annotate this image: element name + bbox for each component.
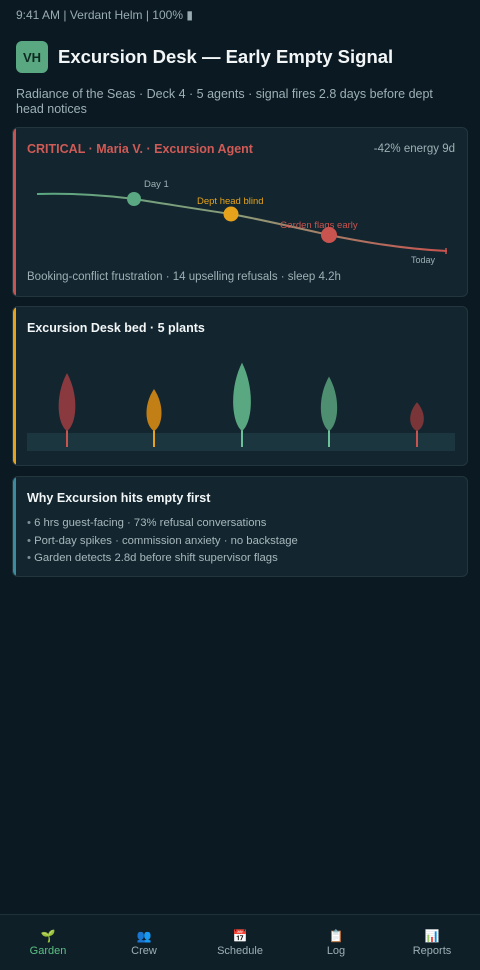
plant-leaf bbox=[320, 376, 338, 431]
nav-label: Reports bbox=[412, 945, 452, 957]
plant-leaf bbox=[233, 362, 251, 431]
today-label: Today bbox=[411, 255, 436, 265]
plant-leaf bbox=[146, 389, 162, 431]
plant-bed-card[interactable]: Excursion Desk bed · 5 plants bbox=[12, 306, 468, 466]
dept-head-blind-marker bbox=[223, 206, 239, 222]
nav-label: Crew bbox=[131, 945, 157, 957]
clipboard-icon: 📋 bbox=[328, 929, 344, 943]
nav-crew[interactable]: 👥 Crew bbox=[96, 915, 192, 970]
nav-label: Schedule bbox=[217, 945, 263, 957]
nav-log[interactable]: 📋 Log bbox=[288, 915, 384, 970]
nav-label: Garden bbox=[29, 945, 67, 957]
why-title: Why Excursion hits empty first bbox=[27, 491, 211, 505]
bottom-nav: 🌱 Garden 👥 Crew 📅 Schedule 📋 Log 📊 Repor… bbox=[0, 914, 480, 970]
day1-label: Day 1 bbox=[144, 179, 169, 190]
why-bullet: Garden detects 2.8d before shift supervi… bbox=[27, 550, 298, 568]
page-subtitle: Radiance of the Seas · Deck 4 · 5 agents… bbox=[16, 87, 433, 116]
page-title: Excursion Desk — Early Empty Signal bbox=[58, 46, 394, 67]
nav-schedule[interactable]: 📅 Schedule bbox=[192, 915, 288, 970]
plant-leaf bbox=[410, 402, 424, 431]
dept-head-blind-label: Dept head blind bbox=[197, 196, 264, 207]
day1-marker bbox=[127, 192, 141, 206]
why-card[interactable]: Why Excursion hits empty first 6 hrs gue… bbox=[12, 476, 468, 577]
calendar-icon: 📅 bbox=[232, 929, 248, 943]
nav-garden[interactable]: 🌱 Garden bbox=[0, 915, 96, 970]
avatar[interactable]: VH bbox=[16, 41, 48, 73]
garden-flags-label: Garden flags early bbox=[280, 220, 358, 231]
page-header: VH Excursion Desk — Early Empty Signal bbox=[16, 41, 393, 73]
nav-reports[interactable]: 📊 Reports bbox=[384, 915, 480, 970]
critical-alert-card[interactable]: CRITICAL · Maria V. · Excursion Agent -4… bbox=[12, 127, 468, 297]
nav-label: Log bbox=[326, 945, 346, 957]
why-bullet: Port-day spikes · commission anxiety · n… bbox=[27, 533, 298, 551]
bar-chart-icon: 📊 bbox=[424, 929, 440, 943]
why-bullets: 6 hrs guest-facing · 73% refusal convers… bbox=[27, 515, 298, 568]
status-bar: 9:41 AM | Verdant Helm | 100% ▮ bbox=[16, 8, 193, 22]
plant-bed-chart bbox=[27, 362, 455, 451]
people-icon: 👥 bbox=[136, 929, 152, 943]
sprout-icon: 🌱 bbox=[40, 929, 56, 943]
alert-footer: Booking-conflict frustration · 14 upsell… bbox=[27, 271, 341, 283]
why-bullet: 6 hrs guest-facing · 73% refusal convers… bbox=[27, 515, 298, 533]
plant-leaf bbox=[58, 373, 76, 431]
